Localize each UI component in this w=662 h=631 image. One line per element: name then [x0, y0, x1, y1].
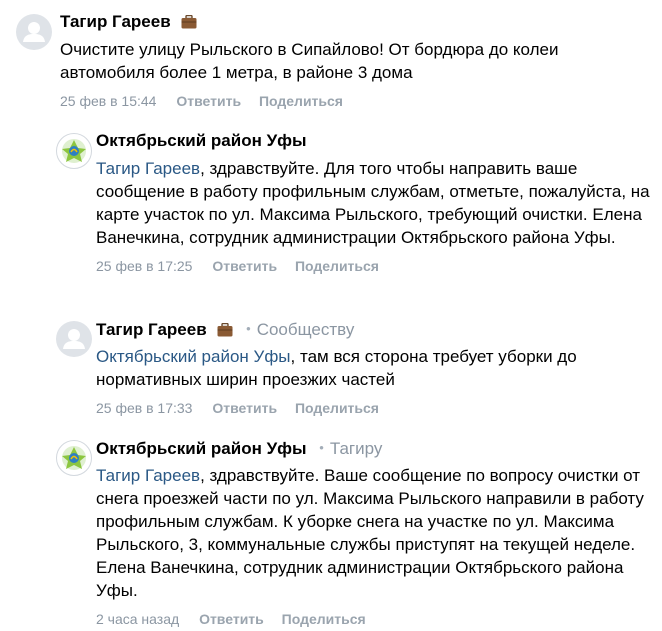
- reply-button[interactable]: Ответить: [176, 93, 241, 109]
- comment-text: Тагир Гареев, здравствуйте. Ваше сообщен…: [96, 464, 654, 602]
- comment-text-body: , здравствуйте. Ваше сообщение по вопрос…: [96, 466, 644, 600]
- district-emblem-icon: [62, 446, 86, 470]
- avatar[interactable]: [56, 321, 92, 357]
- reply-to-link[interactable]: Сообществу: [257, 320, 355, 339]
- mention-link[interactable]: Октябрьский район Уфы: [96, 347, 291, 366]
- share-button[interactable]: Поделиться: [295, 258, 379, 274]
- district-emblem-icon: [62, 139, 86, 163]
- reply-button[interactable]: Ответить: [212, 258, 277, 274]
- comment-timestamp[interactable]: 2 часа назад: [96, 611, 179, 627]
- briefcase-icon: [217, 320, 233, 344]
- avatar[interactable]: [16, 14, 52, 50]
- comment-author[interactable]: Октябрьский район Уфы: [96, 131, 307, 150]
- comment-timestamp[interactable]: 25 фев в 15:44: [60, 93, 156, 109]
- comment-author[interactable]: Тагир Гареев: [60, 12, 171, 31]
- comment-author[interactable]: Тагир Гареев: [96, 320, 207, 339]
- reply-to-link[interactable]: Тагиру: [330, 439, 383, 458]
- default-user-icon: [23, 22, 45, 42]
- share-button[interactable]: Поделиться: [282, 611, 366, 627]
- briefcase-icon: [181, 12, 197, 36]
- comment-text: Октябрьский район Уфы, там вся сторона т…: [96, 345, 654, 391]
- avatar[interactable]: [56, 440, 92, 476]
- comment-timestamp[interactable]: 25 фев в 17:33: [96, 400, 192, 416]
- mention-link[interactable]: Тагир Гареев: [96, 159, 200, 178]
- mention-link[interactable]: Тагир Гареев: [96, 466, 200, 485]
- reply-button[interactable]: Ответить: [212, 400, 277, 416]
- share-button[interactable]: Поделиться: [295, 400, 379, 416]
- comment-timestamp[interactable]: 25 фев в 17:25: [96, 258, 192, 274]
- separator-dot: •: [246, 321, 251, 336]
- default-user-icon: [63, 329, 85, 349]
- comment-text: Тагир Гареев, здравствуйте. Для того что…: [96, 157, 654, 249]
- avatar[interactable]: [56, 133, 92, 169]
- comment-author[interactable]: Октябрьский район Уфы: [96, 439, 307, 458]
- separator-dot: •: [319, 440, 324, 455]
- share-button[interactable]: Поделиться: [259, 93, 343, 109]
- reply-button[interactable]: Ответить: [199, 611, 264, 627]
- comment-text: Очистите улицу Рыльского в Сипайлово! От…: [60, 40, 559, 82]
